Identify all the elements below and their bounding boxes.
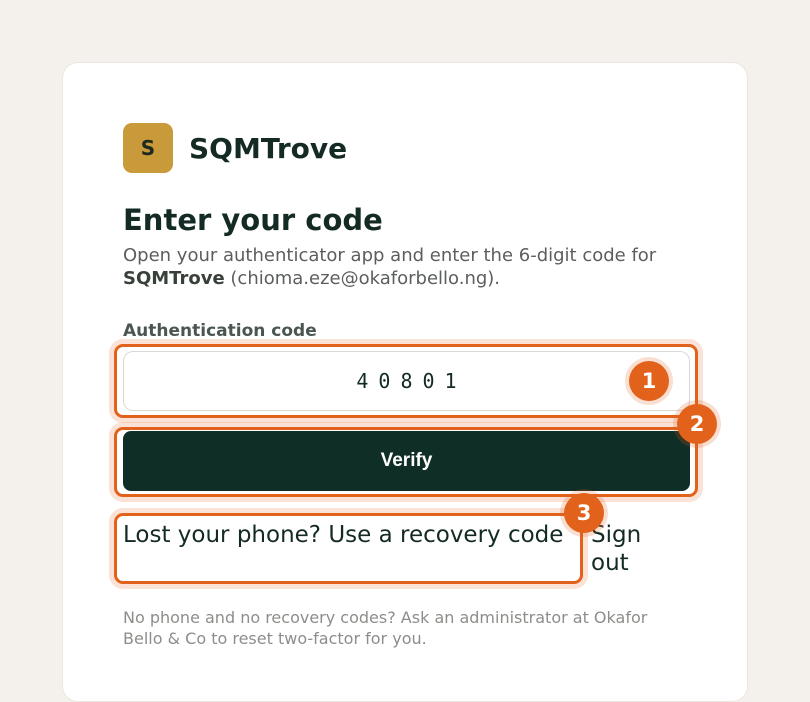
recovery-code-link[interactable]: Lost your phone? Use a recovery code <box>123 521 568 549</box>
brand-name: SQMTrove <box>189 131 348 165</box>
annotation-badge-3: 3 <box>564 493 604 533</box>
instructions-suffix: (chioma.eze@okaforbello.ng). <box>224 268 501 289</box>
signin-card: S SQMTrove Enter your code Open your aut… <box>62 62 748 702</box>
help-text: No phone and no recovery codes? Ask an a… <box>123 608 648 648</box>
instructions: Open your authenticator app and enter th… <box>123 244 693 290</box>
instructions-prefix: Open your authenticator app and enter th… <box>123 245 657 266</box>
sign-out-link[interactable]: Sign out <box>591 521 661 577</box>
brand-header: S SQMTrove <box>123 123 347 173</box>
page-title: Enter your code <box>123 203 383 237</box>
code-label: Authentication code <box>123 321 317 341</box>
instructions-app-name: SQMTrove <box>123 268 225 289</box>
verify-button[interactable]: Verify <box>123 431 690 491</box>
annotation-badge-2: 2 <box>677 404 717 444</box>
brand-logo: S <box>123 123 173 173</box>
annotation-badge-1: 1 <box>629 361 669 401</box>
auth-code-input[interactable] <box>123 351 690 411</box>
